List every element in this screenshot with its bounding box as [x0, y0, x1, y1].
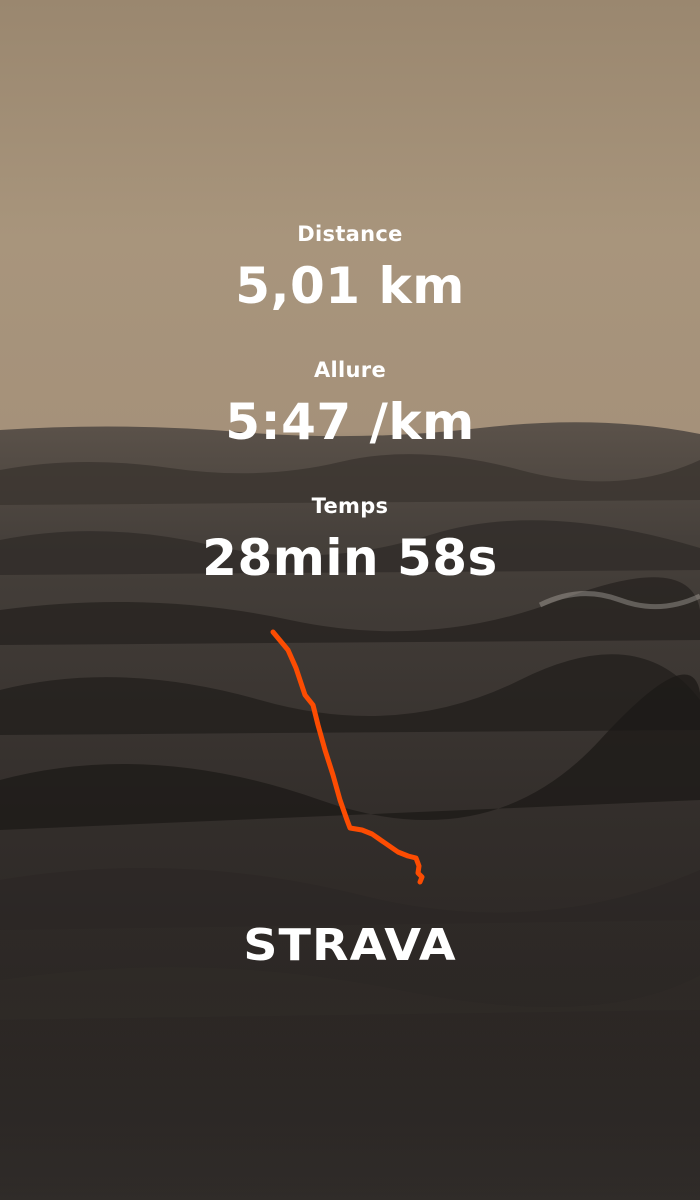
route-polyline [270, 629, 425, 885]
activity-share-story: Distance 5,01 km Allure 5:47 /km Temps 2… [0, 0, 700, 1200]
strava-logo: STRAVA [243, 920, 457, 971]
route-map [270, 629, 425, 885]
